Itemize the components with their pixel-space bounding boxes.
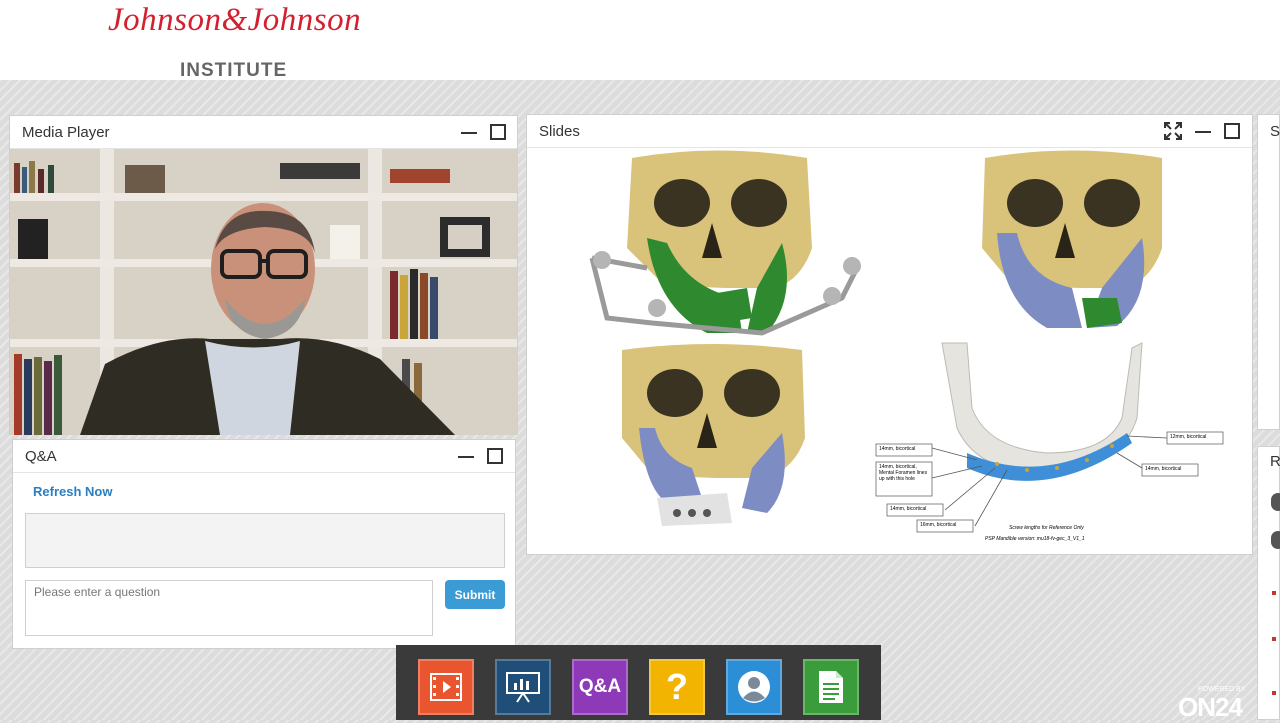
minimize-icon[interactable] [460, 123, 478, 141]
dock-help-button[interactable]: ? [649, 659, 705, 715]
submit-button[interactable]: Submit [445, 580, 505, 609]
media-player-title: Media Player [22, 124, 110, 141]
presentation-icon [506, 672, 540, 703]
skull-3 [622, 344, 805, 526]
dock-qa-button[interactable]: Q&A [572, 659, 628, 715]
surgical-slide-image-icon [589, 150, 1224, 533]
edge-panel-top[interactable]: S [1257, 114, 1280, 430]
johnson-johnson-logo: Johnson&Johnson [108, 2, 362, 38]
annotation-label: 12mm, bicortical [1170, 434, 1207, 440]
qa-panel: Q&A Refresh Now Submit [12, 439, 516, 649]
video-feed[interactable] [10, 149, 517, 435]
qa-text-icon: Q&A [578, 676, 622, 697]
on24-logo: ON24 [1178, 692, 1243, 722]
slides-panel: Slides 14mm, bicortical 14mm, bicortical… [526, 114, 1253, 555]
maximize-icon[interactable] [490, 124, 506, 140]
media-player-panel: Media Player [9, 115, 518, 435]
qa-messages-box [25, 513, 505, 568]
slides-title: Slides [539, 123, 580, 140]
annotation-label: 16mm, bicortical [920, 522, 957, 528]
edge-panel-top-letter: S [1270, 123, 1280, 140]
slide-footnote: PSP Mandible version: mu18-fv-gec_3_V1_1 [985, 536, 1085, 542]
refresh-now-link[interactable]: Refresh Now [33, 484, 112, 499]
bullet-icon [1272, 637, 1276, 641]
document-icon [819, 671, 843, 703]
presenter-video-icon [10, 149, 517, 435]
annotation-label: 14mm, bicortical, Mental Foramen lines u… [879, 464, 928, 482]
edge-panel-bottom[interactable]: R [1257, 446, 1280, 720]
bullet-icon [1272, 691, 1276, 695]
tool-dock: Q&A ? [396, 645, 881, 720]
skull-2 [982, 150, 1162, 328]
question-icon: ? [666, 666, 688, 707]
media-player-header: Media Player [10, 116, 517, 149]
annotation-label: 14mm, bicortical [879, 446, 916, 452]
maximize-icon[interactable] [487, 448, 503, 464]
avatar [1271, 531, 1280, 549]
annotation-label: 14mm, bicortical [890, 506, 927, 512]
skull-1 [589, 150, 861, 336]
fullscreen-icon[interactable] [1164, 122, 1182, 140]
site-header: Johnson&Johnson INSTITUTE [0, 0, 1280, 81]
annotation-label: 14mm, bicortical [1145, 466, 1182, 472]
avatar [1271, 493, 1280, 511]
slides-header: Slides [527, 115, 1252, 148]
edge-panel-bottom-letter: R [1270, 453, 1280, 470]
minimize-icon[interactable] [1194, 122, 1212, 140]
dock-resources-button[interactable] [803, 659, 859, 715]
slide-footnote: Screw lengths for Reference Only [1009, 525, 1084, 531]
institute-label: INSTITUTE [180, 60, 288, 81]
dock-slides-button[interactable] [495, 659, 551, 715]
dock-speaker-bio-button[interactable] [726, 659, 782, 715]
slide-content: 14mm, bicortical 14mm, bicortical, Menta… [527, 148, 1252, 554]
maximize-icon[interactable] [1224, 123, 1240, 139]
minimize-icon[interactable] [457, 447, 475, 465]
person-icon [738, 671, 770, 703]
bullet-icon [1272, 591, 1276, 595]
qa-header: Q&A [13, 440, 515, 473]
dock-media-player-button[interactable] [418, 659, 474, 715]
qa-title: Q&A [25, 448, 57, 465]
question-input[interactable] [25, 580, 433, 636]
film-icon [430, 673, 462, 701]
